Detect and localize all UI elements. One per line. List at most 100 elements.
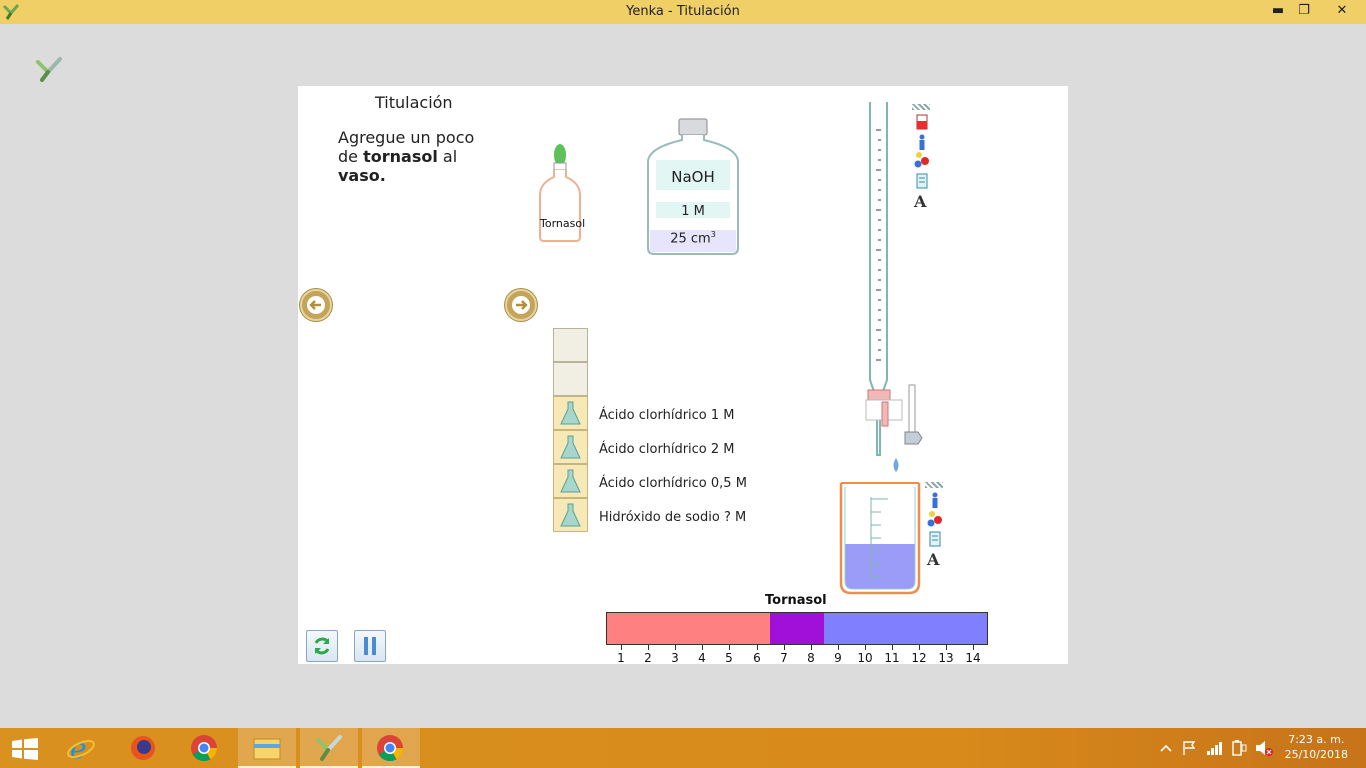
- minimize-button[interactable]: ▬: [1264, 0, 1292, 24]
- ph-scale-tick: [729, 645, 730, 650]
- chrome-taskbar-button-2[interactable]: [362, 728, 420, 768]
- naoh-reagent-bottle[interactable]: NaOH 1 M 25 cm3: [646, 118, 740, 256]
- ph-scale-number: 12: [911, 651, 927, 665]
- ph-scale-number: 1: [617, 651, 625, 665]
- beaker[interactable]: [838, 479, 922, 597]
- windows-start-icon[interactable]: [12, 738, 38, 760]
- beaker-graphic: [839, 482, 921, 595]
- molecule-icon[interactable]: [926, 511, 944, 527]
- ph-scale-tick: [702, 645, 703, 650]
- show-hidden-icons-icon[interactable]: [1160, 744, 1172, 752]
- reagent-slot-hcl-2m[interactable]: [553, 430, 588, 464]
- network-signal-icon[interactable]: [1206, 740, 1224, 756]
- ph-scale-tick: [784, 645, 785, 650]
- ph-scale-number: 13: [938, 651, 954, 665]
- ph-scale-tick: [648, 645, 649, 650]
- info-icon[interactable]: [930, 492, 940, 508]
- battery-icon[interactable]: [1230, 739, 1248, 757]
- arrow-left-icon: [307, 296, 325, 314]
- naoh-volume: 25 cm3: [670, 230, 716, 247]
- volume-muted-icon[interactable]: [1254, 739, 1274, 757]
- ph-scale-tick: [892, 645, 893, 650]
- ph-scale-number: 10: [857, 651, 873, 665]
- conical-flask-icon: [560, 469, 581, 493]
- toolbar-grip-icon[interactable]: [925, 482, 943, 488]
- naoh-name: NaOH: [671, 168, 715, 186]
- ph-scale-tick: [757, 645, 758, 650]
- chrome-icon: [191, 735, 218, 762]
- folder-icon: [253, 738, 281, 760]
- ph-scale-number: 11: [884, 651, 900, 665]
- naoh-concentration: 1 M: [681, 204, 705, 219]
- toolbar-grip-icon[interactable]: [912, 104, 930, 110]
- next-step-button[interactable]: [505, 289, 537, 321]
- reset-button[interactable]: [306, 630, 338, 662]
- pause-icon: [364, 637, 376, 655]
- tornasol-dropper-bottle[interactable]: Tornasol: [534, 141, 594, 246]
- lesson-instruction: Agregue un poco de tornasol al vaso.: [338, 128, 475, 185]
- firefox-taskbar-button[interactable]: [114, 728, 172, 768]
- clock-date: 25/10/2018: [1284, 748, 1348, 761]
- system-clock[interactable]: 7:23 a. m. 25/10/2018: [1285, 732, 1348, 762]
- ph-scale-number: 7: [780, 651, 788, 665]
- reagent-slot-empty[interactable]: [553, 328, 588, 362]
- reagent-label: Ácido clorhídrico 1 M: [599, 408, 735, 423]
- close-button[interactable]: ✕: [1318, 0, 1366, 24]
- pause-button[interactable]: [354, 630, 386, 662]
- ph-scale-number: 8: [807, 651, 815, 665]
- chrome-icon: [377, 735, 404, 762]
- reagent-slot-hcl-1m[interactable]: [553, 396, 588, 430]
- reagent-slot-empty[interactable]: [553, 362, 588, 396]
- clock-time: 7:23 a. m.: [1288, 733, 1345, 746]
- lesson-heading: Titulación: [375, 93, 453, 112]
- restore-button[interactable]: ❐: [1290, 0, 1318, 24]
- window-title: Yenka - Titulación: [626, 4, 740, 19]
- dropper-bottle-icon: [539, 144, 581, 242]
- arrow-right-icon: [512, 296, 530, 314]
- title-bar: Yenka - Titulación ▬ ❐ ✕: [0, 0, 1366, 24]
- reagent-slot-naoh-unknown[interactable]: [553, 498, 588, 532]
- yenka-taskbar-button[interactable]: [300, 728, 358, 768]
- ph-scale-number: 2: [644, 651, 652, 665]
- ph-scale-number: 4: [698, 651, 706, 665]
- windows-taskbar: e 7:23 a. m. 25/10/2018: [0, 728, 1366, 768]
- ph-scale-tick: [838, 645, 839, 650]
- text-tool-icon[interactable]: A: [927, 550, 939, 569]
- info-icon[interactable]: [917, 134, 927, 150]
- previous-step-button[interactable]: [300, 289, 332, 321]
- ph-scale-tick: [865, 645, 866, 650]
- text-tool-icon[interactable]: A: [914, 192, 926, 211]
- firefox-icon: [131, 736, 155, 760]
- burette-toolbar: A: [912, 104, 932, 214]
- molecule-icon[interactable]: [913, 152, 931, 168]
- refresh-icon: [314, 637, 330, 655]
- tornasol-bottle-label: Tornasol: [540, 217, 586, 230]
- chrome-taskbar-button[interactable]: [176, 728, 234, 768]
- file-explorer-taskbar-button[interactable]: [238, 728, 296, 768]
- ph-scale-number: 6: [753, 651, 761, 665]
- ph-scale-title: Tornasol: [765, 593, 827, 608]
- beaker-toolbar: A: [925, 482, 945, 572]
- simulation-canvas: Titulación Agregue un poco de tornasol a…: [298, 86, 1068, 665]
- ph-scale-number: 14: [965, 651, 981, 665]
- ph-acid-band: [607, 613, 770, 644]
- conical-flask-icon: [560, 435, 581, 459]
- internet-explorer-taskbar-button[interactable]: e: [52, 728, 110, 768]
- measuring-cylinder-icon[interactable]: [929, 531, 941, 547]
- reagent-slot-hcl-05m[interactable]: [553, 464, 588, 498]
- ph-scale-tick: [621, 645, 622, 650]
- reagent-label: Hidróxido de sodio ? M: [599, 510, 747, 525]
- ph-scale-number: 9: [834, 651, 842, 665]
- yenka-icon: [316, 735, 342, 761]
- ph-scale-tick: [973, 645, 974, 650]
- measuring-cylinder-icon[interactable]: [916, 173, 928, 189]
- ph-scale-number: 3: [671, 651, 679, 665]
- action-center-flag-icon[interactable]: [1182, 740, 1198, 756]
- reagent-label: Ácido clorhídrico 0,5 M: [599, 476, 747, 491]
- ph-base-band: [824, 613, 987, 644]
- container-fill-icon[interactable]: [915, 114, 929, 130]
- ph-scale-tick: [675, 645, 676, 650]
- reagent-label: Ácido clorhídrico 2 M: [599, 442, 735, 457]
- yenka-logo-icon[interactable]: [34, 54, 64, 84]
- conical-flask-icon: [560, 503, 581, 527]
